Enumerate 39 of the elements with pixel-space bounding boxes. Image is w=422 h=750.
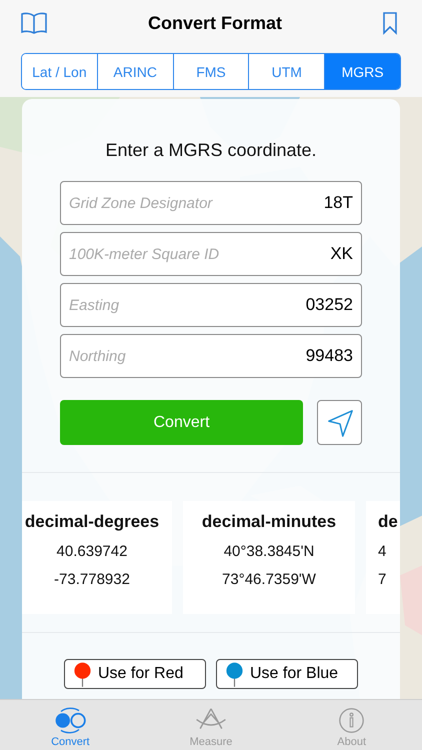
book-icon[interactable] [20, 11, 48, 35]
format-tab[interactable]: Lat / Lon [22, 54, 97, 89]
bookmark-icon[interactable] [382, 11, 398, 35]
form-prompt: Enter a MGRS coordinate. [105, 140, 317, 161]
tab-bar-item[interactable]: Measure [140, 700, 282, 750]
field-value: XK [330, 244, 353, 264]
field-value: 18T [324, 193, 353, 213]
convert-button[interactable]: Convert [60, 400, 303, 445]
tab-bar-item[interactable]: About [281, 700, 422, 750]
result-value: 7 [378, 571, 386, 588]
pin-button[interactable]: Use for Blue [216, 659, 358, 689]
location-arrow-icon [326, 408, 354, 438]
field-value: 99483 [306, 346, 353, 366]
info-icon [338, 707, 366, 734]
input-field[interactable]: 100K-meter Square ID XK [60, 232, 362, 276]
format-tab[interactable]: ARINC [96, 54, 173, 89]
field-placeholder: Grid Zone Designator [69, 194, 212, 212]
input-field[interactable]: Grid Zone Designator 18T [60, 181, 362, 225]
result-value: 73°46.7359'W [222, 571, 316, 588]
field-placeholder: Northing [69, 348, 126, 364]
format-tab[interactable]: FMS [172, 54, 248, 89]
field-placeholder: Easting [69, 296, 120, 314]
field-placeholder: 100K-meter Square ID [69, 246, 220, 262]
tab-bar-item[interactable]: Convert [0, 700, 141, 750]
result-heading: decimal-degrees [24, 512, 160, 532]
format-tab[interactable]: UTM [248, 54, 324, 89]
result-value: 40°38.3845'N [224, 543, 314, 560]
pin-button[interactable]: Use for Red [64, 659, 206, 689]
input-field[interactable]: Northing 99483 [60, 334, 362, 378]
result-heading: decimal-minutes [202, 512, 336, 532]
result-value: 40.639742 [56, 543, 128, 560]
location-button[interactable] [317, 400, 362, 445]
result-value: -73.778932 [54, 571, 130, 588]
screen-title: Convert Format [148, 12, 282, 34]
field-value: 03252 [306, 295, 353, 315]
result-value: 4 [378, 543, 386, 560]
format-tab[interactable]: MGRS [324, 54, 400, 89]
result-heading: de [378, 512, 398, 532]
input-field[interactable]: Easting 03252 [60, 283, 362, 327]
